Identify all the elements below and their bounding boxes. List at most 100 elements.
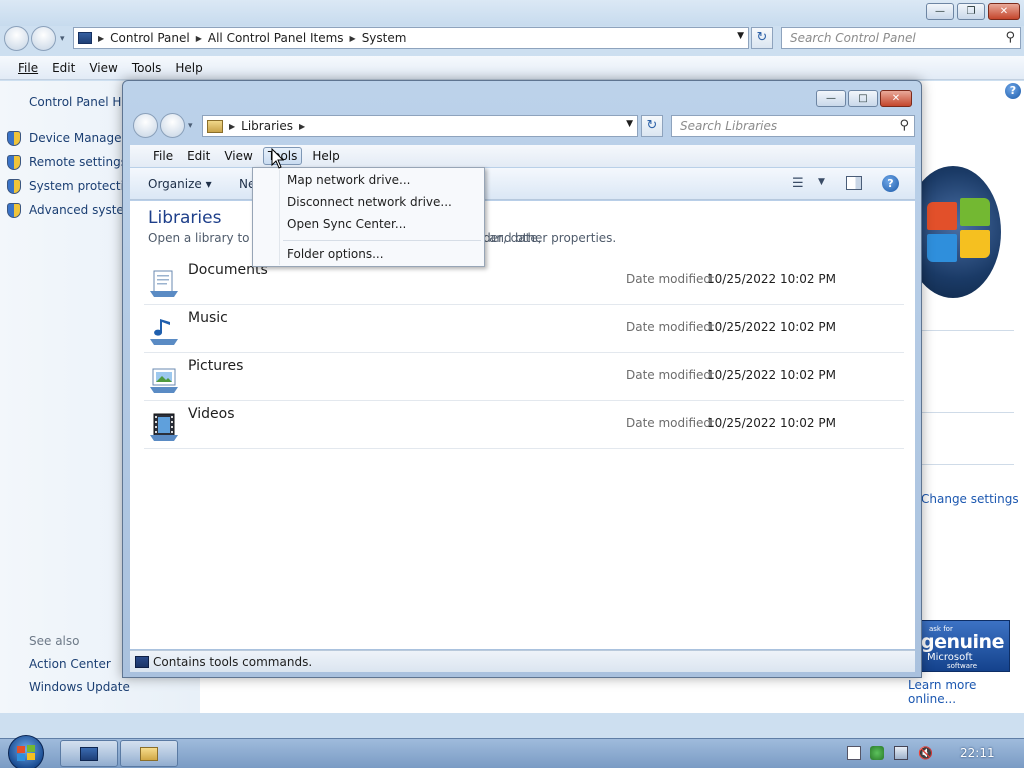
taskbar-control-panel-button[interactable] [60,740,118,767]
windows-start-icon [17,745,35,761]
minimize-button[interactable]: — [926,3,954,20]
search-placeholder: Search Libraries [680,119,778,133]
uac-shield-icon [7,179,21,194]
change-settings-link[interactable]: Change settings [921,492,1019,506]
back-button[interactable] [133,113,158,138]
uac-shield-icon [7,155,21,170]
control-panel-titlebar: — ❐ ✕ [0,0,1024,26]
address-dropdown-icon[interactable]: ▼ [626,119,633,129]
menu-edit[interactable]: Edit [183,148,214,164]
date-modified-label: Date modified: [626,320,716,334]
address-bar[interactable]: ▶ Control Panel ▶ All Control Panel Item… [73,27,749,49]
divider [920,330,1014,331]
windows-update-link[interactable]: Windows Update [29,680,130,694]
maximize-button[interactable]: □ [848,90,878,107]
library-name: Pictures [188,358,244,374]
menu-view[interactable]: View [220,148,256,164]
divider [920,464,1014,465]
menu-file[interactable]: File [18,61,38,75]
organize-button[interactable]: Organize ▾ [148,177,212,191]
menu-view[interactable]: View [89,61,117,75]
forward-button[interactable] [160,113,185,138]
libraries-content: Libraries Open a library to see your fil… [130,201,915,649]
library-name: Videos [188,406,235,422]
library-item-videos[interactable]: Videos Date modified: 10/25/2022 10:02 P… [144,401,904,449]
control-panel-icon [78,32,92,44]
device-manager-link[interactable]: Device Manager [29,131,126,145]
view-options-dropdown-icon[interactable]: ▼ [818,177,825,187]
logo-yellow-pane [960,230,990,258]
date-modified-label: Date modified: [626,416,716,430]
breadcrumb-separator-icon: ▶ [195,33,202,43]
help-icon[interactable]: ? [882,175,899,192]
remote-settings-link[interactable]: Remote settings [29,155,127,169]
network-icon[interactable] [894,746,908,760]
security-icon[interactable] [870,746,884,760]
menu-help[interactable]: Help [175,61,202,75]
minimize-button[interactable]: — [816,90,846,107]
page-title: Libraries [148,208,222,228]
command-bar: Organize ▾ New library ☰ ▼ ? [130,168,915,200]
genuine-microsoft-badge[interactable]: ask for genuine Microsoft software [914,620,1010,672]
menu-help[interactable]: Help [308,148,343,164]
action-center-icon[interactable] [847,746,861,760]
status-monitor-icon [135,656,149,668]
breadcrumb-libraries[interactable]: Libraries [241,119,293,133]
tools-menu-dropdown: Map network drive... Disconnect network … [252,167,485,267]
learn-more-link[interactable]: Learn more online... [908,678,1024,706]
menu-item-map-network-drive[interactable]: Map network drive... [287,173,411,187]
page-subtitle-end: and other properties. [489,231,617,245]
breadcrumb-separator-icon: ▶ [298,121,306,131]
documents-library-icon [150,270,178,297]
control-panel-address-row: ▾ ▶ Control Panel ▶ All Control Panel It… [0,26,1024,54]
refresh-button[interactable]: ↻ [641,115,663,137]
search-input[interactable]: Search Libraries ⚲ [671,115,915,137]
back-button[interactable] [4,26,29,51]
recent-pages-icon[interactable]: ▾ [188,121,193,131]
restore-button[interactable]: ❐ [957,3,985,20]
menu-file[interactable]: File [149,148,177,164]
menu-edit[interactable]: Edit [52,61,75,75]
library-item-pictures[interactable]: Pictures Date modified: 10/25/2022 10:02… [144,353,904,401]
breadcrumb-system[interactable]: System [362,31,407,45]
logo-blue-pane [927,234,957,262]
preview-pane-icon[interactable] [846,176,862,190]
volume-muted-icon[interactable]: 🔇 [918,746,933,760]
date-modified-label: Date modified: [626,368,716,382]
close-button[interactable]: ✕ [880,90,912,107]
refresh-button[interactable]: ↻ [751,27,773,49]
taskbar-clock[interactable]: 22:11 [960,746,995,760]
library-item-music[interactable]: Music Date modified: 10/25/2022 10:02 PM [144,305,904,353]
search-input[interactable]: Search Control Panel ⚲ [781,27,1021,49]
libraries-window: — □ ✕ ▾ ▶ Libraries ▶ ▼ ↻ Search Librari… [122,80,922,678]
forward-button[interactable] [31,26,56,51]
menu-item-folder-options[interactable]: Folder options... [287,247,384,261]
breadcrumb-control-panel[interactable]: Control Panel [110,31,190,45]
search-icon[interactable]: ⚲ [899,118,909,133]
menu-tools[interactable]: Tools [132,61,162,75]
close-button[interactable]: ✕ [988,3,1020,20]
help-icon[interactable]: ? [1005,83,1021,99]
date-modified-value: 10/25/2022 10:02 PM [707,416,836,430]
address-bar[interactable]: ▶ Libraries ▶ ▼ [202,115,638,137]
change-view-icon[interactable]: ☰ [792,176,804,191]
status-bar: Contains tools commands. [130,650,915,672]
videos-library-icon [150,413,178,441]
status-text: Contains tools commands. [153,655,313,669]
logo-red-pane [927,202,957,230]
breadcrumb-all-items[interactable]: All Control Panel Items [208,31,344,45]
recent-pages-icon[interactable]: ▾ [60,34,65,44]
library-name: Music [188,310,228,326]
action-center-link[interactable]: Action Center [29,657,111,671]
search-icon[interactable]: ⚲ [1005,30,1015,45]
music-library-icon [150,319,178,345]
menu-item-disconnect-network-drive[interactable]: Disconnect network drive... [287,195,452,209]
menu-separator [283,240,481,241]
libraries-folder-icon [207,119,223,133]
control-panel-menubar: File Edit View Tools Help [0,56,1024,80]
menu-item-open-sync-center[interactable]: Open Sync Center... [287,217,406,231]
breadcrumb-separator-icon: ▶ [98,33,105,43]
taskbar-explorer-button[interactable] [120,740,178,767]
address-dropdown-icon[interactable]: ▼ [737,31,744,41]
logo-green-pane [960,198,990,226]
